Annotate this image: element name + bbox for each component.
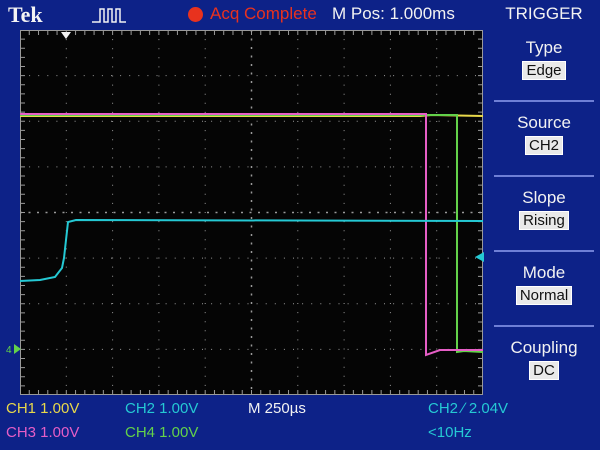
ground-marker-icon: 4 bbox=[6, 344, 21, 355]
menu-item-value: Rising bbox=[519, 211, 569, 230]
menu-item-value: DC bbox=[529, 361, 559, 380]
waveform-display bbox=[20, 30, 483, 395]
trigger-level: CH2 ∕ 2.04V bbox=[428, 400, 509, 417]
menu-item-label: Coupling bbox=[510, 338, 578, 357]
ch4-scale: CH4 1.00V bbox=[125, 424, 199, 441]
ch1-scale: CH1 1.00V bbox=[6, 400, 80, 417]
menu-item-label: Type bbox=[525, 38, 563, 57]
menu-item-slope[interactable]: Slope Rising bbox=[494, 176, 594, 252]
menu-item-label: Mode bbox=[522, 263, 566, 282]
pulse-icon bbox=[92, 8, 126, 23]
acquisition-status: Acq Complete bbox=[210, 4, 317, 23]
menu-item-value: Normal bbox=[515, 286, 573, 305]
menu-item-label: Slope bbox=[522, 188, 566, 207]
trigger-frequency: <10Hz bbox=[428, 424, 472, 441]
down-triangle-icon bbox=[61, 32, 71, 39]
red-dot-icon bbox=[188, 7, 203, 22]
left-arrow-icon bbox=[475, 252, 484, 262]
timebase: M 250µs bbox=[248, 400, 306, 417]
ch2-scale: CH2 1.00V bbox=[125, 400, 199, 417]
menu-item-mode[interactable]: Mode Normal bbox=[494, 251, 594, 327]
svg-text:4: 4 bbox=[6, 345, 12, 355]
menu-title: TRIGGER bbox=[505, 4, 583, 23]
ch2-trace bbox=[20, 218, 483, 282]
trigger-menu: TRIGGER Type Edge Source CH2 Slope Risin… bbox=[488, 0, 600, 400]
channel-readout: CH1 1.00V CH2 1.00V M 250µs CH2 ∕ 2.04V … bbox=[0, 398, 600, 450]
graticule-grid bbox=[20, 30, 483, 395]
menu-item-type[interactable]: Type Edge bbox=[494, 26, 594, 102]
menu-item-value: Edge bbox=[522, 61, 566, 80]
menu-item-source[interactable]: Source CH2 bbox=[494, 101, 594, 177]
horizontal-position: M Pos: 1.000ms bbox=[332, 4, 455, 23]
status-bar: Tek Acq Complete M Pos: 1.000ms bbox=[0, 0, 485, 30]
menu-item-coupling[interactable]: Coupling DC bbox=[494, 326, 594, 400]
menu-item-label: Source bbox=[517, 113, 571, 132]
menu-item-value: CH2 bbox=[524, 136, 563, 155]
oscilloscope-screen: Tek Acq Complete M Pos: 1.000ms 4 TRIGGE… bbox=[0, 0, 600, 450]
brand-logo: Tek bbox=[8, 2, 43, 27]
ch3-scale: CH3 1.00V bbox=[6, 424, 80, 441]
